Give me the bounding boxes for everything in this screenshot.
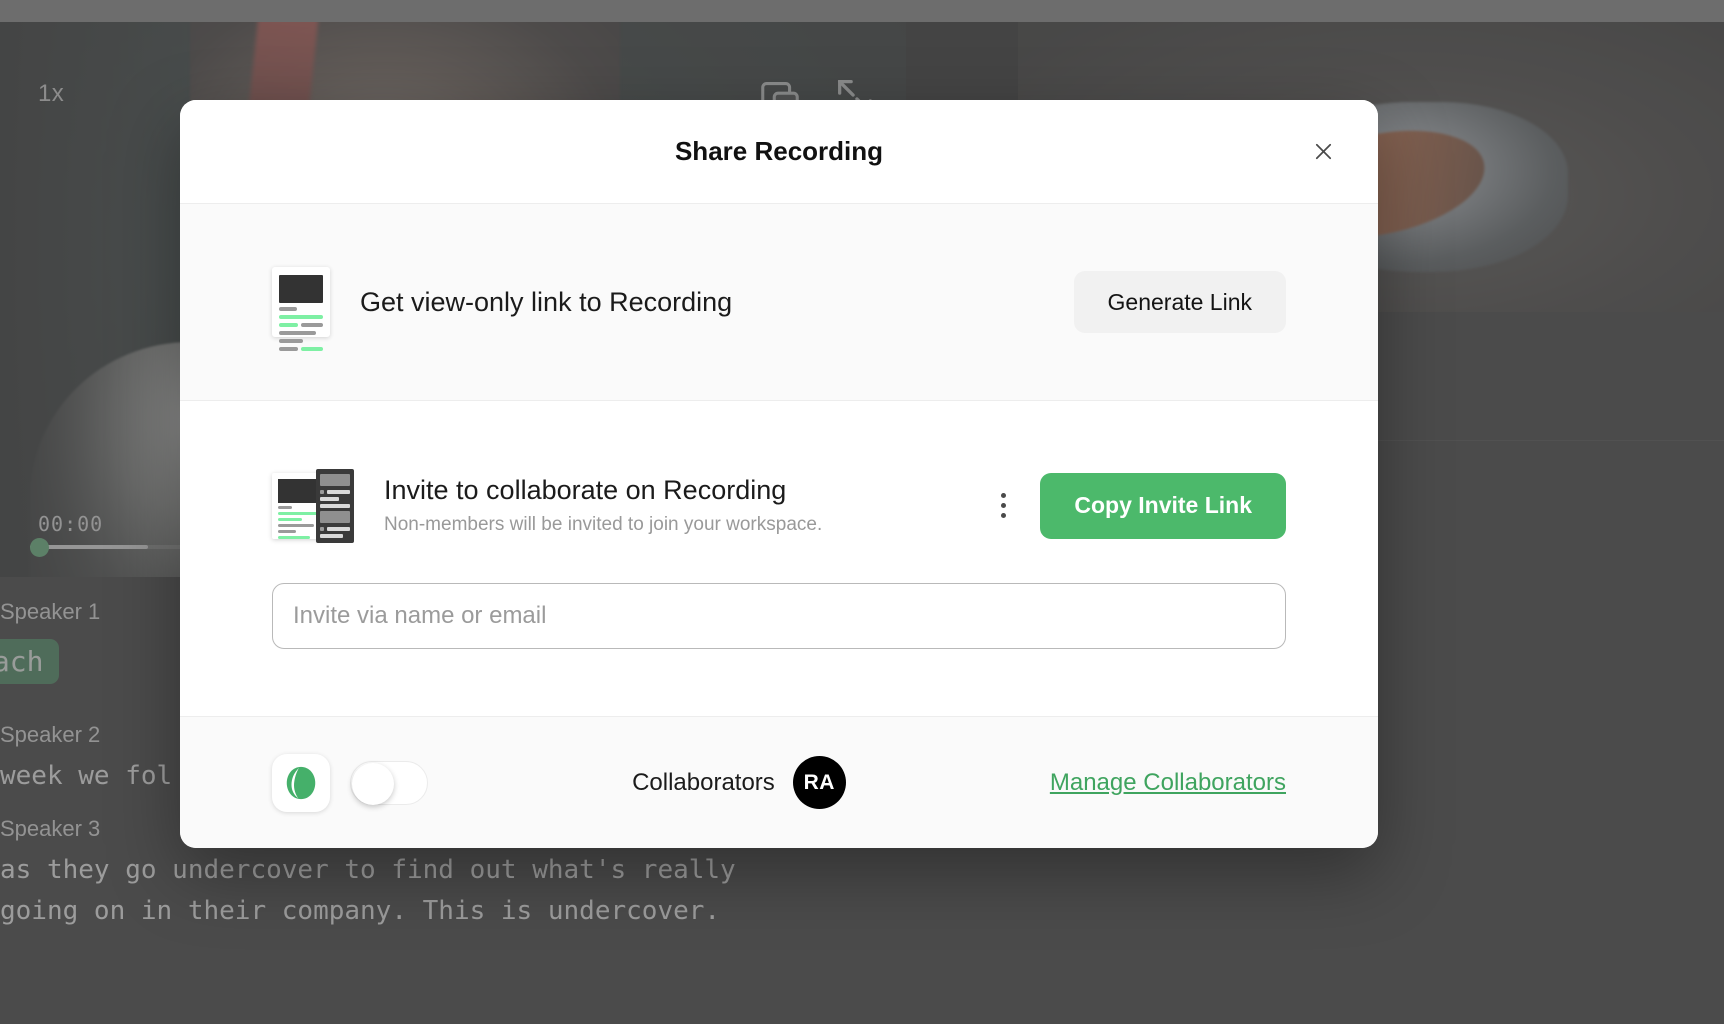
document-icon-line-split bbox=[279, 347, 323, 351]
dual-icon-panel-bar bbox=[320, 473, 350, 486]
dual-icon-line bbox=[278, 517, 302, 521]
dual-icon-line bbox=[278, 535, 310, 539]
modal-header: Share Recording bbox=[180, 100, 1378, 204]
collaborators-label: Collaborators bbox=[632, 768, 775, 796]
invite-input[interactable] bbox=[272, 582, 1286, 649]
document-icon-line bbox=[279, 339, 304, 343]
manage-collaborators-link[interactable]: Manage Collaborators bbox=[1050, 769, 1286, 797]
invite-row: Invite to collaborate on Recording Non-m… bbox=[272, 468, 1286, 543]
more-options-icon[interactable] bbox=[986, 483, 1020, 529]
share-toggle[interactable] bbox=[350, 760, 428, 805]
dual-icon-thumbnail bbox=[278, 478, 318, 503]
page-title: Share Recording bbox=[674, 136, 884, 166]
share-recording-modal: Share Recording Get view-only link to Re… bbox=[180, 100, 1378, 848]
dual-icon-line bbox=[278, 505, 292, 509]
view-only-link-section: Get view-only link to Recording Generate… bbox=[180, 204, 1378, 401]
view-only-texts: Get view-only link to Recording bbox=[360, 287, 1074, 318]
document-icon-line-split bbox=[279, 323, 323, 327]
document-icon-thumbnail bbox=[279, 275, 323, 303]
modal-footer: Collaborators RA Manage Collaborators bbox=[180, 716, 1378, 848]
document-icon-line bbox=[279, 307, 297, 311]
invite-subtitle: Non-members will be invited to join your… bbox=[384, 514, 823, 535]
view-only-row: Get view-only link to Recording Generate… bbox=[272, 267, 1286, 351]
dual-icon-line bbox=[278, 529, 296, 533]
document-with-panel-icon bbox=[272, 468, 354, 543]
dual-icon-line bbox=[278, 523, 314, 527]
leaf-logo-icon bbox=[272, 753, 330, 812]
dual-icon-panel-row bbox=[320, 533, 350, 538]
dual-icon-panel-bar bbox=[320, 510, 350, 523]
document-icon-line bbox=[279, 331, 317, 335]
dual-icon-line bbox=[278, 511, 318, 515]
dual-icon-panel-row bbox=[320, 489, 350, 494]
share-toggle-knob bbox=[352, 762, 394, 805]
view-only-title: Get view-only link to Recording bbox=[360, 286, 733, 317]
dual-icon-panel-row bbox=[320, 503, 350, 508]
generate-link-button[interactable]: Generate Link bbox=[1073, 271, 1286, 333]
invite-texts: Invite to collaborate on Recording Non-m… bbox=[384, 475, 986, 536]
avatar[interactable]: RA bbox=[792, 756, 846, 809]
invite-title: Invite to collaborate on Recording bbox=[384, 475, 787, 505]
dual-icon-panel-row bbox=[320, 496, 350, 501]
dual-icon-panel-row bbox=[320, 526, 350, 531]
copy-invite-link-button[interactable]: Copy Invite Link bbox=[1040, 472, 1286, 539]
collaborators-group: Collaborators RA bbox=[428, 756, 1050, 809]
app-root: 1x 00:00 Speaker 1 Each bbox=[0, 0, 1724, 1024]
invite-collaborate-section: Invite to collaborate on Recording Non-m… bbox=[180, 401, 1378, 716]
dual-icon-panel bbox=[316, 468, 354, 543]
document-icon bbox=[272, 267, 330, 351]
close-icon[interactable] bbox=[1306, 135, 1340, 169]
document-icon-line bbox=[279, 315, 323, 319]
